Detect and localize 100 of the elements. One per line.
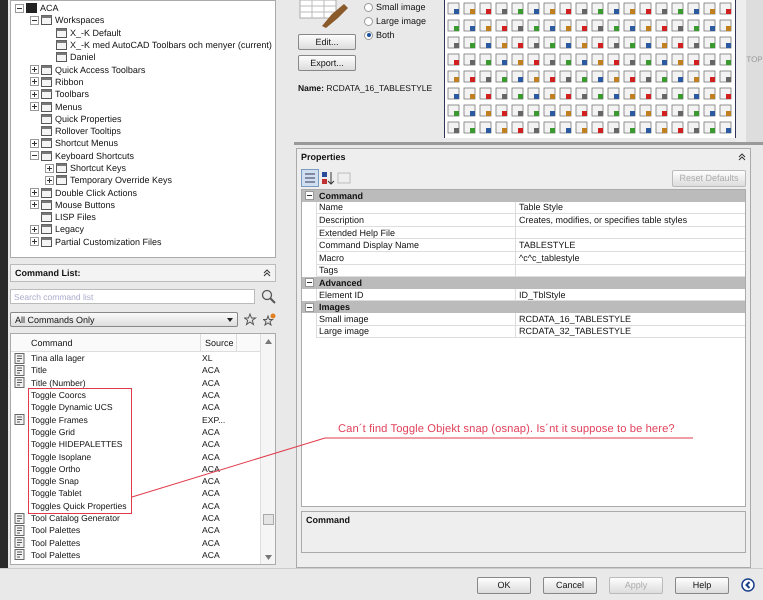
section-title: Command List: xyxy=(15,268,81,278)
tree-item[interactable]: Mouse Buttons xyxy=(55,200,116,210)
tree-item[interactable]: Shortcut Keys xyxy=(70,163,126,173)
property-value[interactable]: RCDATA_32_TABLESTYLE xyxy=(516,326,632,336)
expand-toggle[interactable] xyxy=(45,176,54,185)
source-cell: ACA xyxy=(202,550,220,560)
command-cell[interactable]: Toggle Ortho xyxy=(30,464,202,474)
categorized-icon[interactable] xyxy=(301,169,319,187)
column-header[interactable]: Source xyxy=(201,334,237,351)
property-value[interactable]: ID_TblStyle xyxy=(516,290,566,300)
tree-item[interactable]: Workspaces xyxy=(55,15,104,26)
sort-icon[interactable] xyxy=(321,169,335,187)
collapse-toggle[interactable] xyxy=(305,278,314,288)
property-value[interactable]: Table Style xyxy=(516,202,564,212)
scroll-thumb[interactable] xyxy=(262,514,274,525)
command-cell[interactable]: Tool Palettes xyxy=(30,525,202,536)
property-value[interactable]: RCDATA_16_TABLESTYLE xyxy=(516,314,632,324)
scrollbar[interactable] xyxy=(260,334,275,564)
collapse-toggle[interactable] xyxy=(30,16,39,25)
tree-item[interactable]: Quick Properties xyxy=(55,114,122,124)
tree-item[interactable]: Double Click Actions xyxy=(55,188,138,198)
tree-item[interactable]: X_-K Default xyxy=(70,28,122,38)
tree-item[interactable]: Daniel xyxy=(70,52,96,62)
tree-item[interactable]: Quick Access Toolbars xyxy=(55,64,146,75)
caret-icon[interactable] xyxy=(227,318,233,322)
image-button[interactable]: Export... xyxy=(298,55,356,71)
tree-item[interactable]: Temporary Override Keys xyxy=(70,175,172,186)
command-cell[interactable]: Tool Palettes xyxy=(30,538,202,548)
property-value[interactable]: Creates, modifies, or specifies table styles xyxy=(516,214,688,225)
command-cell[interactable]: Tool Catalog Generator xyxy=(30,513,202,523)
category-label: Advanced xyxy=(319,278,362,288)
tree-item[interactable]: Legacy xyxy=(55,224,84,234)
command-cell[interactable]: Title xyxy=(30,365,202,376)
expand-toggle[interactable] xyxy=(30,200,39,210)
tree-item[interactable]: Rollover Tooltips xyxy=(55,126,121,136)
tree-item[interactable]: Keyboard Shortcuts xyxy=(55,150,134,161)
expand-toggle[interactable] xyxy=(30,188,39,198)
tree-item[interactable]: Menus xyxy=(55,102,82,112)
command-cell[interactable]: Toggle HIDEPALETTES xyxy=(30,439,202,450)
source-cell: ACA xyxy=(202,378,220,388)
dialog-button[interactable]: OK xyxy=(477,576,531,594)
property-value[interactable]: TABLESTYLE xyxy=(516,240,576,250)
expand-toggle[interactable] xyxy=(30,102,39,112)
expand-toggle[interactable] xyxy=(30,65,39,74)
scrollbar[interactable] xyxy=(736,0,746,142)
command-cell[interactable]: Toggle Dynamic UCS xyxy=(30,402,202,412)
window-icon xyxy=(41,138,52,148)
source-cell: ACA xyxy=(202,476,220,486)
tree-item[interactable]: ACA xyxy=(40,3,59,14)
icon-palette-drawing[interactable] xyxy=(444,0,736,138)
expand-toggle[interactable] xyxy=(45,164,54,172)
expand-toggle[interactable] xyxy=(30,237,39,246)
command-cell[interactable]: Title (Number) xyxy=(30,378,202,388)
image-radio[interactable]: Small image xyxy=(364,2,426,12)
window-icon xyxy=(41,64,52,75)
command-cell[interactable]: Toggles Quick Properties xyxy=(30,500,202,511)
tree-item[interactable]: LISP Files xyxy=(55,212,96,222)
search-icon[interactable] xyxy=(261,289,276,304)
expand-toggle[interactable] xyxy=(30,138,39,148)
collapse-toggle[interactable] xyxy=(305,302,314,312)
command-cell[interactable]: Tina alla lager xyxy=(30,353,202,364)
image-button[interactable]: Edit... xyxy=(298,34,356,50)
image-radio[interactable]: Large image xyxy=(364,16,426,26)
tree-item[interactable]: Ribbon xyxy=(55,76,84,87)
expand-toggle[interactable] xyxy=(30,77,39,86)
dialog-button[interactable]: Cancel xyxy=(543,576,597,594)
collapse-icon[interactable] xyxy=(738,153,746,161)
expand-toggle[interactable] xyxy=(30,224,39,234)
scroll-down-icon[interactable] xyxy=(264,555,272,560)
window-icon xyxy=(41,188,52,198)
collapse-toggle[interactable] xyxy=(305,191,314,200)
tree-item[interactable]: Toolbars xyxy=(55,89,90,100)
command-cell[interactable]: Toggle Snap xyxy=(30,476,202,486)
app-icon xyxy=(26,3,37,14)
search-field[interactable]: Search command list xyxy=(10,289,255,304)
command-cell[interactable]: Toggle Isoplane xyxy=(30,452,202,462)
collapse-icon[interactable] xyxy=(263,269,271,277)
column-header[interactable]: Command xyxy=(11,334,201,351)
tree-item[interactable]: Partial Customization Files xyxy=(55,236,162,247)
property-name: Element ID xyxy=(317,288,516,300)
scroll-up-icon[interactable] xyxy=(264,339,272,344)
command-cell[interactable]: Toggle Tablet xyxy=(30,488,202,498)
filter-dropdown[interactable]: All Commands Only xyxy=(10,312,238,327)
star-search-icon[interactable] xyxy=(244,313,257,326)
tree-item[interactable]: X_-K med AutoCAD Toolbars och menyer (current) xyxy=(70,40,272,50)
image-radio[interactable]: Both xyxy=(364,30,426,40)
annotation-note: Can´t find Toggle Objekt snap (osnap). Is´nt it suppose to be here? xyxy=(338,423,675,435)
dialog-button[interactable]: Help xyxy=(675,576,729,594)
back-icon[interactable] xyxy=(741,578,755,592)
star-icon[interactable] xyxy=(263,313,276,326)
expand-toggle[interactable] xyxy=(30,90,39,99)
command-cell[interactable]: Toggle Frames xyxy=(30,414,202,425)
command-cell[interactable]: Tool Palettes xyxy=(30,550,202,560)
command-cell[interactable]: Toggle Coorcs xyxy=(30,390,202,400)
collapse-toggle[interactable] xyxy=(30,151,39,160)
property-value[interactable]: ^c^c_tablestyle xyxy=(516,252,580,263)
collapse-toggle[interactable] xyxy=(15,4,24,13)
tree-item[interactable]: Shortcut Menus xyxy=(55,138,118,148)
property-name: Extended Help File xyxy=(317,226,516,238)
command-cell[interactable]: Toggle Grid xyxy=(30,426,202,437)
